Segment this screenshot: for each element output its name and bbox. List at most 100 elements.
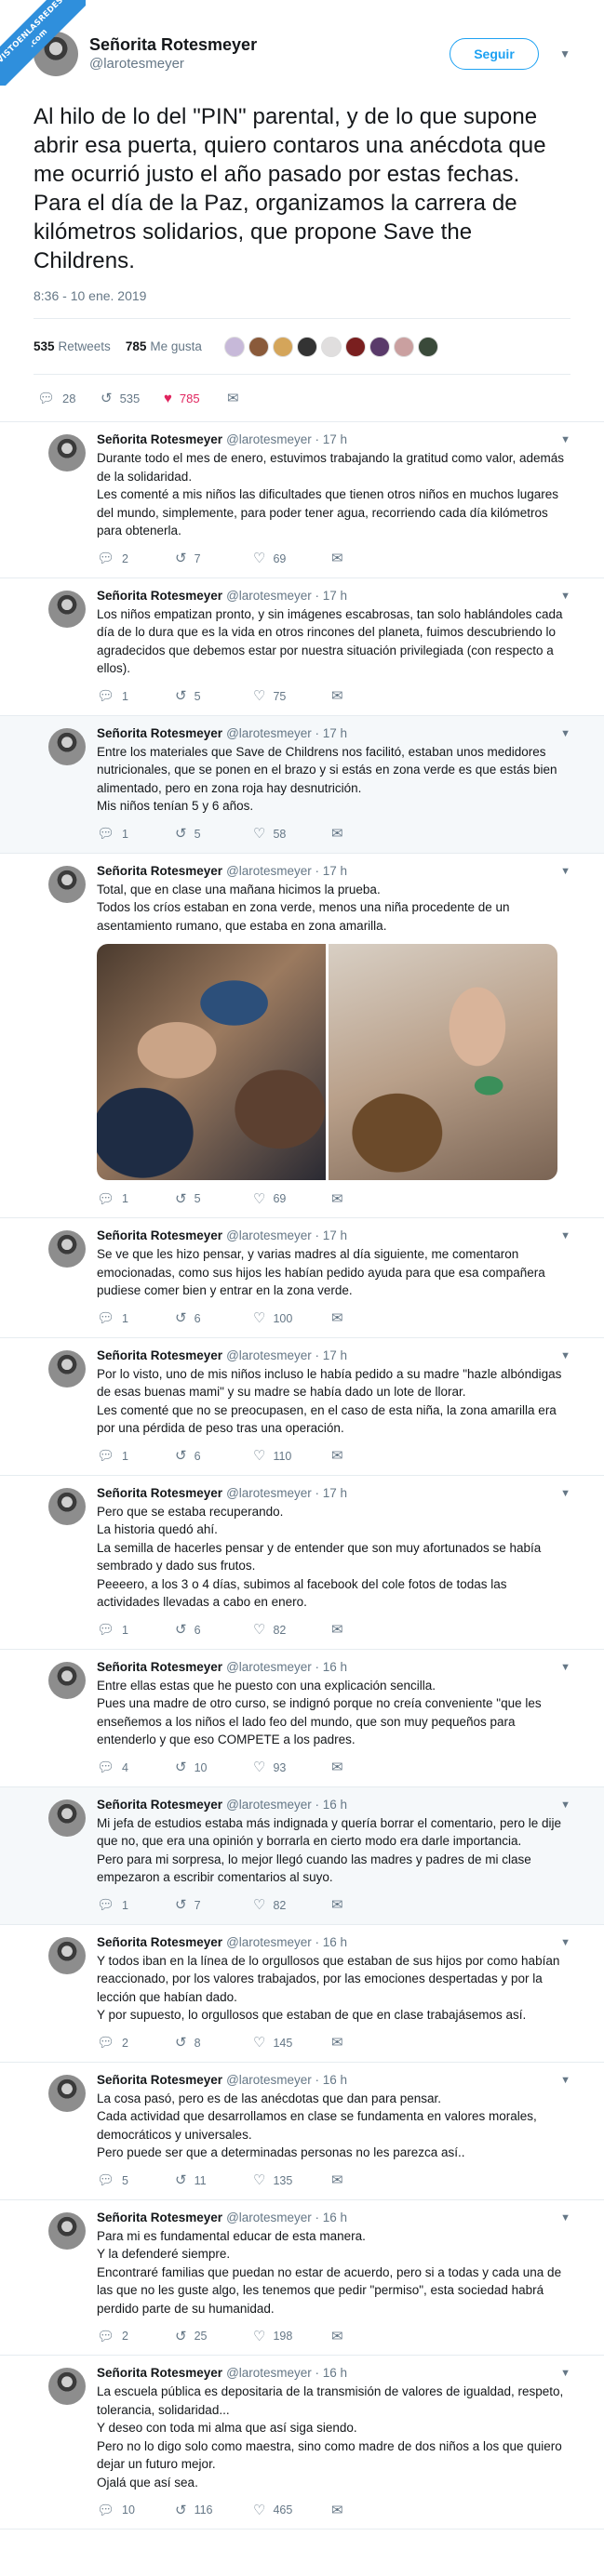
reply-author-name[interactable]: Señorita Rotesmeyer	[97, 1659, 222, 1676]
liker-avatar[interactable]	[272, 336, 293, 357]
reply-tweet[interactable]: Señorita Rotesmeyer @larotesmeyer · 17 h…	[0, 1218, 604, 1338]
follow-button[interactable]: Seguir	[450, 38, 539, 70]
retweet-button[interactable]: ↺ 6	[175, 1311, 235, 1325]
dm-button[interactable]: ✉	[331, 827, 391, 841]
chevron-down-icon[interactable]: ▼	[560, 1485, 570, 1502]
retweet-button[interactable]: ↺ 7	[175, 1898, 235, 1912]
dm-button[interactable]: ✉	[331, 2036, 391, 2050]
retweet-button[interactable]: ↺ 8	[175, 2036, 235, 2050]
reply-button[interactable]: 💬︎ 2	[97, 551, 156, 565]
reply-tweet[interactable]: Señorita Rotesmeyer @larotesmeyer · 17 h…	[0, 1338, 604, 1476]
reply-button[interactable]: 💬︎ 1	[97, 689, 156, 703]
chevron-down-icon[interactable]: ▼	[560, 1228, 570, 1244]
liker-avatar[interactable]	[369, 336, 390, 357]
likes-stat[interactable]: 785 Me gusta	[126, 339, 202, 353]
like-button[interactable]: ♡ 69	[253, 551, 313, 565]
retweet-button[interactable]: ↺ 6	[175, 1449, 235, 1463]
avatar[interactable]	[48, 434, 86, 471]
chevron-down-icon[interactable]: ▼	[560, 2365, 570, 2382]
retweet-button[interactable]: ↺ 5	[175, 689, 235, 703]
reply-button[interactable]: 💬︎ 1	[97, 1192, 156, 1206]
dm-button[interactable]: ✉	[331, 689, 391, 703]
chevron-down-icon[interactable]: ▼	[560, 725, 570, 742]
avatar[interactable]	[48, 865, 86, 903]
avatar[interactable]	[48, 1936, 86, 1974]
chevron-down-icon[interactable]: ▼	[560, 863, 570, 880]
dm-button[interactable]: ✉	[331, 1760, 391, 1774]
reply-tweet[interactable]: Señorita Rotesmeyer @larotesmeyer · 17 h…	[0, 422, 604, 578]
dm-button[interactable]: ✉	[331, 1192, 391, 1206]
reply-author-name[interactable]: Señorita Rotesmeyer	[97, 588, 222, 604]
liker-avatar[interactable]	[248, 336, 269, 357]
avatar[interactable]	[48, 1487, 86, 1525]
retweets-stat[interactable]: 535 Retweets	[34, 339, 111, 353]
author-name[interactable]: Señorita Rotesmeyer	[89, 34, 450, 55]
reply-tweet[interactable]: Señorita Rotesmeyer @larotesmeyer · 16 h…	[0, 1786, 604, 1925]
liker-avatar[interactable]	[223, 336, 245, 357]
reply-button[interactable]: 💬︎ 1	[97, 1311, 156, 1325]
like-button[interactable]: ♡ 198	[253, 2330, 313, 2344]
liker-avatar[interactable]	[344, 336, 366, 357]
retweet-button[interactable]: ↺ 116	[175, 2503, 235, 2517]
retweet-button[interactable]: ↺ 25	[175, 2330, 235, 2344]
reply-author-name[interactable]: Señorita Rotesmeyer	[97, 1934, 222, 1951]
reply-tweet[interactable]: Señorita Rotesmeyer @larotesmeyer · 17 h…	[0, 1476, 604, 1650]
reply-author-name[interactable]: Señorita Rotesmeyer	[97, 2210, 222, 2226]
dm-button[interactable]: ✉	[331, 2503, 391, 2517]
chevron-down-icon[interactable]: ▼	[560, 2072, 570, 2089]
liker-avatar[interactable]	[296, 336, 317, 357]
like-button[interactable]: ♡ 69	[253, 1192, 313, 1206]
dm-button[interactable]: ✉	[331, 1898, 391, 1912]
reply-button[interactable]: 💬︎ 4	[97, 1760, 156, 1774]
like-button[interactable]: ♡ 100	[253, 1311, 313, 1325]
chevron-down-icon[interactable]: ▼	[560, 1934, 570, 1951]
reply-button[interactable]: 💬︎ 1	[97, 1449, 156, 1463]
tweet-photo[interactable]	[329, 944, 557, 1180]
tweet-photo[interactable]	[97, 944, 326, 1180]
like-button[interactable]: ♡ 82	[253, 1898, 313, 1912]
reply-author-name[interactable]: Señorita Rotesmeyer	[97, 725, 222, 742]
reply-button[interactable]: 💬︎ 1	[97, 827, 156, 841]
dm-button[interactable]: ✉	[331, 1623, 391, 1637]
retweet-button[interactable]: ↺ 5	[175, 827, 235, 841]
reply-button[interactable]: 💬︎ 1	[97, 1623, 156, 1637]
like-button[interactable]: ♥ 785	[164, 392, 214, 405]
reply-author-name[interactable]: Señorita Rotesmeyer	[97, 432, 222, 448]
avatar[interactable]	[48, 1230, 86, 1268]
reply-button[interactable]: 💬︎ 2	[97, 2036, 156, 2050]
reply-tweet[interactable]: Señorita Rotesmeyer @larotesmeyer · 16 h…	[0, 2200, 604, 2356]
reply-button[interactable]: 💬︎ 28	[37, 392, 87, 405]
dm-button[interactable]: ✉	[331, 551, 391, 565]
avatar[interactable]	[48, 1349, 86, 1388]
like-button[interactable]: ♡ 75	[253, 689, 313, 703]
avatar[interactable]	[48, 1661, 86, 1699]
like-button[interactable]: ♡ 93	[253, 1760, 313, 1774]
reply-tweet[interactable]: Señorita Rotesmeyer @larotesmeyer · 17 h…	[0, 854, 604, 1218]
avatar[interactable]	[48, 2211, 86, 2250]
liker-avatar[interactable]	[417, 336, 438, 357]
dm-button[interactable]: ✉	[331, 1449, 391, 1463]
reply-tweet[interactable]: Señorita Rotesmeyer @larotesmeyer · 16 h…	[0, 1650, 604, 1787]
tweet-timestamp[interactable]: 8:36 - 10 ene. 2019	[34, 288, 570, 319]
like-button[interactable]: ♡ 145	[253, 2036, 313, 2050]
like-button[interactable]: ♡ 465	[253, 2503, 313, 2517]
reply-tweet[interactable]: Señorita Rotesmeyer @larotesmeyer · 16 h…	[0, 1925, 604, 2063]
chevron-down-icon[interactable]: ▼	[560, 1797, 570, 1813]
reply-author-name[interactable]: Señorita Rotesmeyer	[97, 1797, 222, 1813]
like-button[interactable]: ♡ 82	[253, 1623, 313, 1637]
avatar[interactable]	[48, 727, 86, 765]
reply-author-name[interactable]: Señorita Rotesmeyer	[97, 1228, 222, 1244]
retweet-button[interactable]: ↺ 5	[175, 1192, 235, 1206]
avatar[interactable]	[48, 1799, 86, 1837]
chevron-down-icon[interactable]: ▼	[560, 588, 570, 604]
chevron-down-icon[interactable]: ▼	[560, 1348, 570, 1364]
chevron-down-icon[interactable]: ▼	[560, 432, 570, 448]
retweet-button[interactable]: ↺ 6	[175, 1623, 235, 1637]
retweet-button[interactable]: ↺ 535	[101, 392, 151, 405]
reply-author-name[interactable]: Señorita Rotesmeyer	[97, 863, 222, 880]
reply-button[interactable]: 💬︎ 5	[97, 2173, 156, 2187]
reply-button[interactable]: 💬︎ 1	[97, 1898, 156, 1912]
liker-avatar[interactable]	[320, 336, 342, 357]
reply-tweet[interactable]: Señorita Rotesmeyer @larotesmeyer · 16 h…	[0, 2356, 604, 2530]
dm-button[interactable]: ✉	[331, 1311, 391, 1325]
